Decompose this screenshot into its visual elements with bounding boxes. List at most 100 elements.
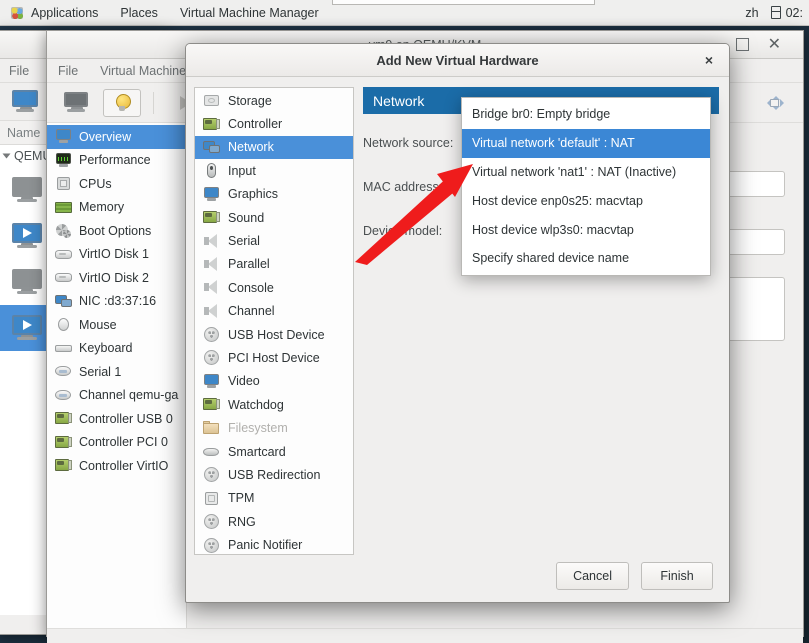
panel-active-app-label: Virtual Machine Manager <box>179 5 319 20</box>
gears-icon <box>55 223 72 239</box>
hardware-category-watchdog[interactable]: Watchdog <box>195 393 353 416</box>
panel-applications-menu[interactable]: Applications <box>0 0 109 26</box>
usb-icon <box>203 350 220 366</box>
hardware-category-label: Video <box>228 374 260 389</box>
vm-hardware-item-virtio-disk-2[interactable]: VirtIO Disk 2 <box>47 266 186 290</box>
vm-hardware-item-cpus[interactable]: CPUs <box>47 172 186 196</box>
controller-card-icon <box>203 117 220 132</box>
panel-places-menu[interactable]: Places <box>109 0 169 26</box>
dialog-finish-button[interactable]: Finish <box>641 562 713 590</box>
dialog-cancel-button[interactable]: Cancel <box>556 562 629 590</box>
input-method-indicator[interactable]: zh <box>745 6 758 20</box>
hardware-category-channel[interactable]: Channel <box>195 300 353 323</box>
hardware-category-controller[interactable]: Controller <box>195 112 353 135</box>
monitor-icon <box>64 92 88 113</box>
vm-hardware-list[interactable]: Overview Performance CPUs Memory Boot Option… <box>47 123 187 628</box>
hardware-category-pci-host-device[interactable]: PCI Host Device <box>195 346 353 369</box>
vm-hardware-item-performance[interactable]: Performance <box>47 149 186 173</box>
vm-off-icon <box>12 269 42 295</box>
fullscreen-button[interactable] <box>755 89 793 117</box>
hardware-category-usb-host-device[interactable]: USB Host Device <box>195 323 353 346</box>
vm-hardware-item-label: Serial 1 <box>79 364 122 379</box>
usb-icon <box>203 327 220 343</box>
hardware-category-label: USB Host Device <box>228 327 325 342</box>
network-source-option-0[interactable]: Bridge br0: Empty bridge <box>462 100 710 129</box>
vm-hardware-item-mouse[interactable]: Mouse <box>47 313 186 337</box>
maximize-icon[interactable] <box>736 38 749 51</box>
vm-hardware-item-label: NIC :d3:37:16 <box>79 294 157 309</box>
hardware-category-label: Graphics <box>228 187 279 202</box>
hardware-category-graphics[interactable]: Graphics <box>195 183 353 206</box>
serial-port-icon <box>55 388 72 403</box>
show-details-button[interactable] <box>103 88 141 117</box>
hardware-category-usb-redirection[interactable]: USB Redirection <box>195 463 353 486</box>
vm-details-menu-file[interactable]: File <box>47 59 89 83</box>
hardware-category-video[interactable]: Video <box>195 370 353 393</box>
vm-hardware-item-label: VirtIO Disk 1 <box>79 247 149 262</box>
network-source-option-label: Virtual network 'default' : NAT <box>472 136 635 151</box>
chevron-down-icon[interactable] <box>2 153 11 159</box>
monitor-icon <box>203 186 220 202</box>
network-source-option-2[interactable]: Virtual network 'nat1' : NAT (Inactive) <box>462 158 710 187</box>
vmm-menu-file[interactable]: File <box>0 59 40 83</box>
panel-active-app[interactable]: Virtual Machine Manager <box>169 0 330 26</box>
hardware-category-serial[interactable]: Serial <box>195 229 353 252</box>
vm-hardware-item-label: Overview <box>79 129 132 144</box>
hardware-category-rng[interactable]: RNG <box>195 510 353 533</box>
keyboard-icon <box>55 341 72 356</box>
vm-hardware-item-memory[interactable]: Memory <box>47 196 186 220</box>
hardware-category-label: TPM <box>228 491 255 506</box>
network-source-option-label: Bridge br0: Empty bridge <box>472 107 611 122</box>
vm-hardware-item-virtio-disk-1[interactable]: VirtIO Disk 1 <box>47 243 186 267</box>
background-window-edge <box>332 0 595 5</box>
vm-hardware-item-keyboard[interactable]: Keyboard <box>47 337 186 361</box>
memory-module-icon <box>55 200 72 215</box>
monitor-icon <box>55 129 72 144</box>
tpm-chip-icon <box>203 491 220 506</box>
vm-hardware-item-controller-pci-0[interactable]: Controller PCI 0 <box>47 431 186 455</box>
usb-icon <box>203 467 220 483</box>
performance-graph-icon <box>55 152 72 168</box>
hardware-category-tpm[interactable]: TPM <box>195 487 353 510</box>
hardware-category-network[interactable]: Network <box>195 135 353 160</box>
vm-hardware-item-nic-d3-37-16[interactable]: NIC :d3:37:16 <box>47 290 186 314</box>
hardware-category-label: USB Redirection <box>228 467 321 482</box>
dialog-titlebar[interactable]: Add New Virtual Hardware × <box>186 44 729 77</box>
show-console-button[interactable] <box>57 89 95 117</box>
vmm-new-vm-button[interactable] <box>6 88 44 116</box>
network-source-dropdown[interactable]: Bridge br0: Empty bridge Virtual network … <box>461 97 711 276</box>
vm-details-footer: Add Hardware Cancel Apply <box>47 628 803 643</box>
controller-card-icon <box>55 458 72 473</box>
close-icon[interactable]: ✕ <box>768 34 781 54</box>
network-source-option-5[interactable]: Specify shared device name <box>462 244 710 273</box>
vm-hardware-item-label: Performance <box>79 153 151 168</box>
controller-card-icon <box>55 411 72 426</box>
hardware-category-parallel[interactable]: Parallel <box>195 253 353 276</box>
vm-hardware-item-controller-virtio[interactable]: Controller VirtIO <box>47 454 186 478</box>
vm-hardware-item-label: Memory <box>79 200 125 215</box>
hardware-category-label: Storage <box>228 93 272 108</box>
vm-hardware-item-label: Keyboard <box>79 341 133 356</box>
vm-hardware-item-overview[interactable]: Overview <box>47 125 186 149</box>
network-card-icon <box>55 294 72 309</box>
hardware-category-smartcard[interactable]: Smartcard <box>195 440 353 463</box>
panel-clock[interactable]: 02: <box>770 6 803 20</box>
hardware-category-list[interactable]: Storage Controller Network Input Graphics Sou… <box>194 87 354 555</box>
network-source-option-1[interactable]: Virtual network 'default' : NAT <box>462 128 710 158</box>
vm-hardware-item-serial-1[interactable]: Serial 1 <box>47 360 186 384</box>
close-icon[interactable]: × <box>701 52 717 68</box>
vm-hardware-item-channel-qemu-ga[interactable]: Channel qemu-ga <box>47 384 186 408</box>
hardware-category-console[interactable]: Console <box>195 276 353 299</box>
vm-hardware-item-controller-usb-0[interactable]: Controller USB 0 <box>47 407 186 431</box>
hardware-category-input[interactable]: Input <box>195 159 353 182</box>
vm-hardware-item-boot-options[interactable]: Boot Options <box>47 219 186 243</box>
network-source-option-3[interactable]: Host device enp0s25: macvtap <box>462 186 710 215</box>
hardware-category-storage[interactable]: Storage <box>195 89 353 112</box>
vm-details-menu-virtual-machine[interactable]: Virtual Machine <box>89 59 197 83</box>
network-source-option-4[interactable]: Host device wlp3s0: macvtap <box>462 215 710 244</box>
hardware-category-sound[interactable]: Sound <box>195 206 353 229</box>
hardware-category-label: Watchdog <box>228 397 284 412</box>
vm-hardware-item-label: Controller PCI 0 <box>79 435 168 450</box>
hardware-category-label: Input <box>228 163 256 178</box>
disk-icon <box>55 270 72 285</box>
